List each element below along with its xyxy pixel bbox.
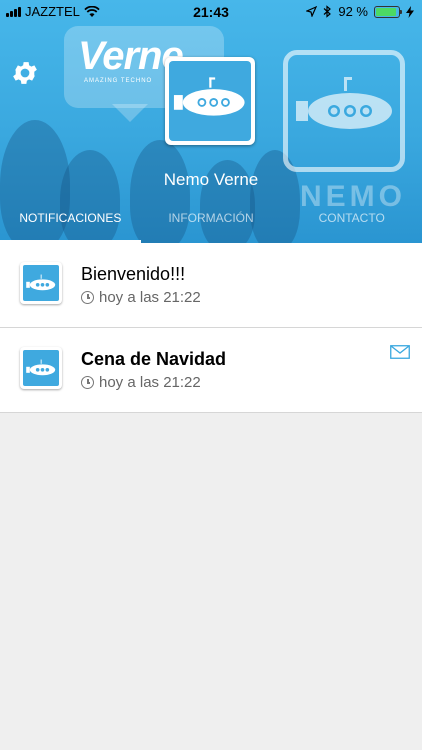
notification-avatar <box>20 347 62 389</box>
notification-avatar <box>20 262 62 304</box>
tab-bar: NOTIFICACIONES INFORMACIÓN CONTACTO <box>0 203 422 243</box>
background-submarine-logo <box>283 50 405 172</box>
battery-icon <box>374 5 402 18</box>
submarine-icon <box>26 359 56 376</box>
notification-time: hoy a las 21:22 <box>81 374 201 391</box>
notification-time-text: hoy a las 21:22 <box>99 289 201 306</box>
battery-percent: 92 % <box>338 4 368 19</box>
notification-row[interactable]: Bienvenido!!! hoy a las 21:22 <box>0 243 422 328</box>
submarine-icon <box>26 274 56 291</box>
settings-gear-icon[interactable] <box>10 58 40 88</box>
bluetooth-icon <box>323 5 332 18</box>
submarine-icon <box>173 77 245 116</box>
unread-mail-icon <box>390 345 410 359</box>
tab-informacion[interactable]: INFORMACIÓN <box>141 203 282 243</box>
notification-row[interactable]: Cena de Navidad hoy a las 21:22 <box>0 328 422 413</box>
charging-bolt-icon <box>406 5 414 18</box>
notification-title: Cena de Navidad <box>81 349 227 369</box>
clock-icon <box>81 291 94 304</box>
notification-time-text: hoy a las 21:22 <box>99 374 201 391</box>
notification-title: Bienvenido!!! <box>81 264 186 284</box>
tab-contacto[interactable]: CONTACTO <box>281 203 422 243</box>
profile-name: Nemo Verne <box>163 170 259 189</box>
brand-logo-tagline: AMAZING TECHNO <box>84 78 153 84</box>
logo-bubble-tail <box>112 104 148 122</box>
status-bar: JAZZTEL 21:43 92 % <box>0 0 422 24</box>
submarine-icon <box>296 77 392 129</box>
profile-avatar <box>165 57 255 145</box>
tab-notificaciones[interactable]: NOTIFICACIONES <box>0 203 141 243</box>
notification-time: hoy a las 21:22 <box>81 289 201 306</box>
clock-icon <box>81 376 94 389</box>
profile-header: Verne AMAZING TECHNO NEMO Nemo Verne NOT… <box>0 0 422 243</box>
location-arrow-icon <box>306 6 318 17</box>
notification-list: Bienvenido!!! hoy a las 21:22 Cena de Na… <box>0 243 422 413</box>
